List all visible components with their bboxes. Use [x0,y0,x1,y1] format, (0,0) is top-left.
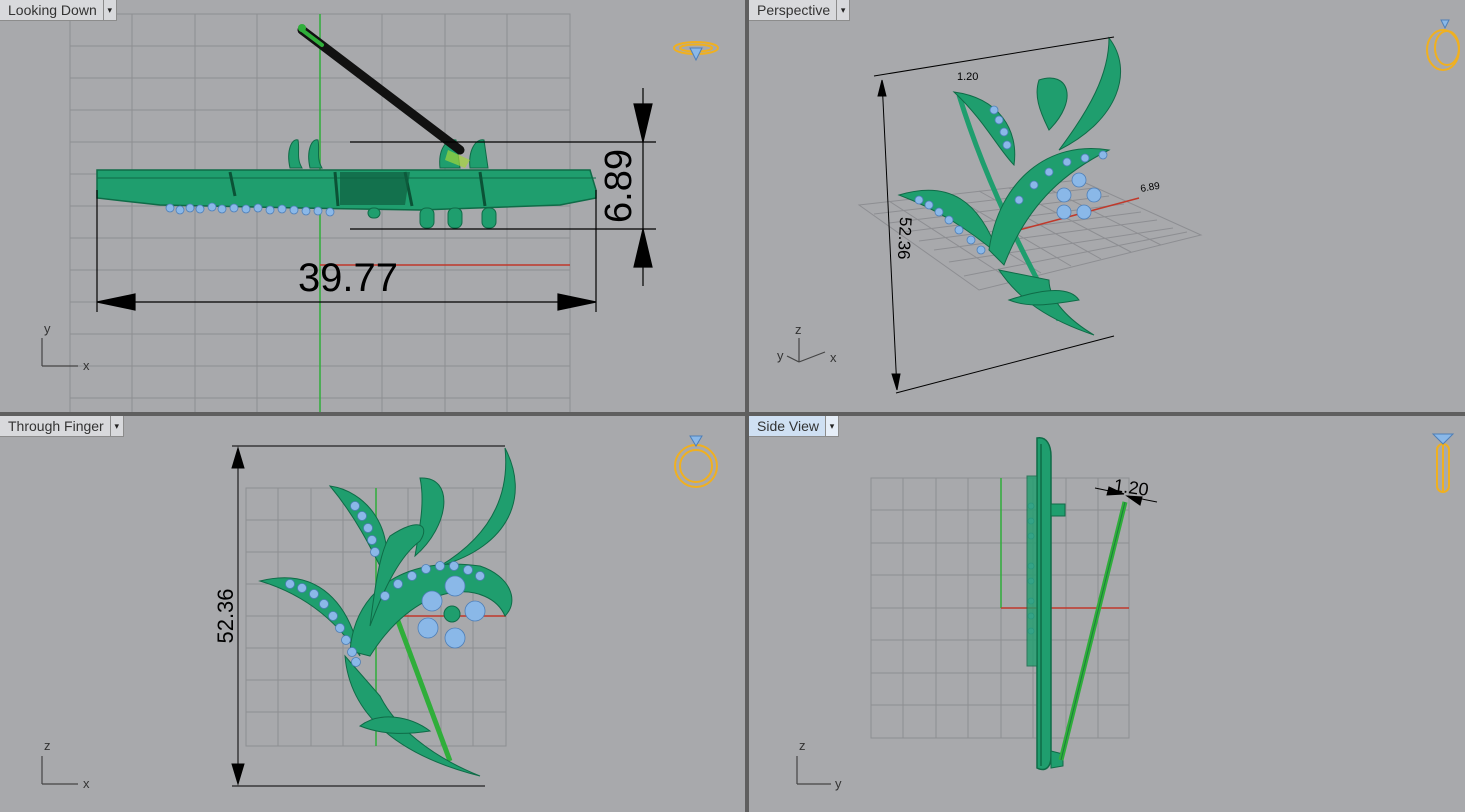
viewport-side-view[interactable]: Side View ▾ 1.20 z y [749,416,1465,812]
viewport-tab-perspective[interactable]: Perspective ▾ [749,0,851,21]
ring-front-icon[interactable] [674,435,718,488]
viewport-canvas[interactable]: 52.36 z x [0,416,745,812]
dimension-height-label: 52.36 [213,588,238,643]
axis-label-depth: y [777,348,784,363]
viewport-through-finger[interactable]: Through Finger ▾ 52.36 z x [0,416,745,812]
axis-triad [41,338,78,367]
viewport-looking-down[interactable]: Looking Down ▾ 39.77 6.89 y x [0,0,745,412]
viewport-canvas[interactable]: 39.77 6.89 y x [0,0,745,412]
brooch-model-front[interactable] [258,447,516,777]
viewport-menu-dropdown-icon[interactable]: ▾ [109,416,123,436]
axis-label-horizontal: y [835,776,842,791]
viewport-title[interactable]: Side View [749,416,825,436]
viewport-perspective[interactable]: Perspective ▾ 52.36 1.20 6.89 z x y [749,0,1465,412]
axis-label-horizontal: x [830,350,837,365]
axis-triad [796,756,831,785]
axis-label-horizontal: x [83,358,90,373]
viewport-title[interactable]: Looking Down [0,0,103,20]
viewport-canvas[interactable]: 52.36 1.20 6.89 z x y [749,0,1465,412]
dimension-height-label: 6.89 [598,149,640,223]
dimension-width-label: 39.77 [298,256,398,300]
viewport-canvas[interactable]: 1.20 z y [749,416,1465,812]
dimension-height-label: 52.36 [894,217,915,260]
dimension-pin-label: 1.20 [957,71,978,83]
axis-triad [41,756,78,785]
axis-label-vertical: z [795,322,802,337]
dimension-pin-label: 1.20 [1112,475,1149,500]
dimension-depth-label: 6.89 [1140,181,1162,195]
viewport-tab-looking-down[interactable]: Looking Down ▾ [0,0,117,21]
brooch-model-top[interactable] [96,24,597,229]
axis-label-vertical: y [44,321,51,336]
viewport-menu-dropdown-icon[interactable]: ▾ [836,0,849,20]
viewport-title[interactable]: Perspective [749,0,836,20]
viewport-menu-dropdown-icon[interactable]: ▾ [102,0,116,20]
axis-triad [786,338,826,363]
viewport-title[interactable]: Through Finger [0,416,110,436]
viewport-tab-side-view[interactable]: Side View ▾ [749,416,840,437]
viewport-menu-dropdown-icon[interactable]: ▾ [825,416,839,436]
axis-label-vertical: z [44,738,51,753]
ring-perspective-icon[interactable] [1426,19,1460,71]
ring-side-icon[interactable] [1431,433,1455,493]
ring-top-icon[interactable] [673,41,719,62]
axis-label-vertical: z [799,738,806,753]
brooch-model-perspective[interactable] [897,36,1122,336]
axis-label-horizontal: x [83,776,90,791]
viewport-tab-through-finger[interactable]: Through Finger ▾ [0,416,124,437]
